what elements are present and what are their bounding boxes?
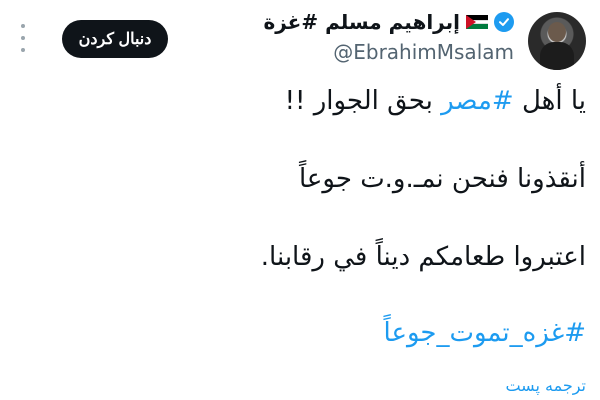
author-name-row: إبراهيم مسلم #غزة — [263, 10, 514, 34]
avatar-head — [548, 22, 566, 42]
tweet-line-1-prefix: يا أهل — [513, 86, 586, 116]
avatar-body — [540, 42, 574, 70]
tweet-line-2: أنقذونا فنحن نمـ.و.ت جوعاً — [298, 164, 586, 194]
more-vertical-icon[interactable] — [20, 24, 26, 52]
tweet-line-1-suffix: بحق الجوار !! — [284, 86, 442, 116]
follow-button[interactable]: دنبال کردن — [62, 20, 168, 58]
translate-post-link[interactable]: ترجمه پست — [505, 376, 586, 395]
tweet-line-1: يا أهل #مصر بحق الجوار !! — [285, 84, 586, 118]
hashtag-egypt-link[interactable]: #مصر — [441, 86, 514, 116]
avatar[interactable] — [528, 12, 586, 70]
tweet-card: إبراهيم مسلم #غزة @EbrahimMsalam دنبال ک… — [0, 0, 600, 400]
tweet-line-3: اعتبروا طعامكم ديناً في رقابنا. — [260, 242, 586, 272]
palestine-flag-icon — [466, 15, 488, 29]
verified-badge-icon — [494, 12, 514, 32]
hashtag-gaza-link[interactable]: #غزه_تموت_جوعاً — [384, 316, 586, 350]
author-handle[interactable]: @EbrahimMsalam — [333, 40, 514, 64]
author-display-name[interactable]: إبراهيم مسلم #غزة — [263, 10, 460, 34]
